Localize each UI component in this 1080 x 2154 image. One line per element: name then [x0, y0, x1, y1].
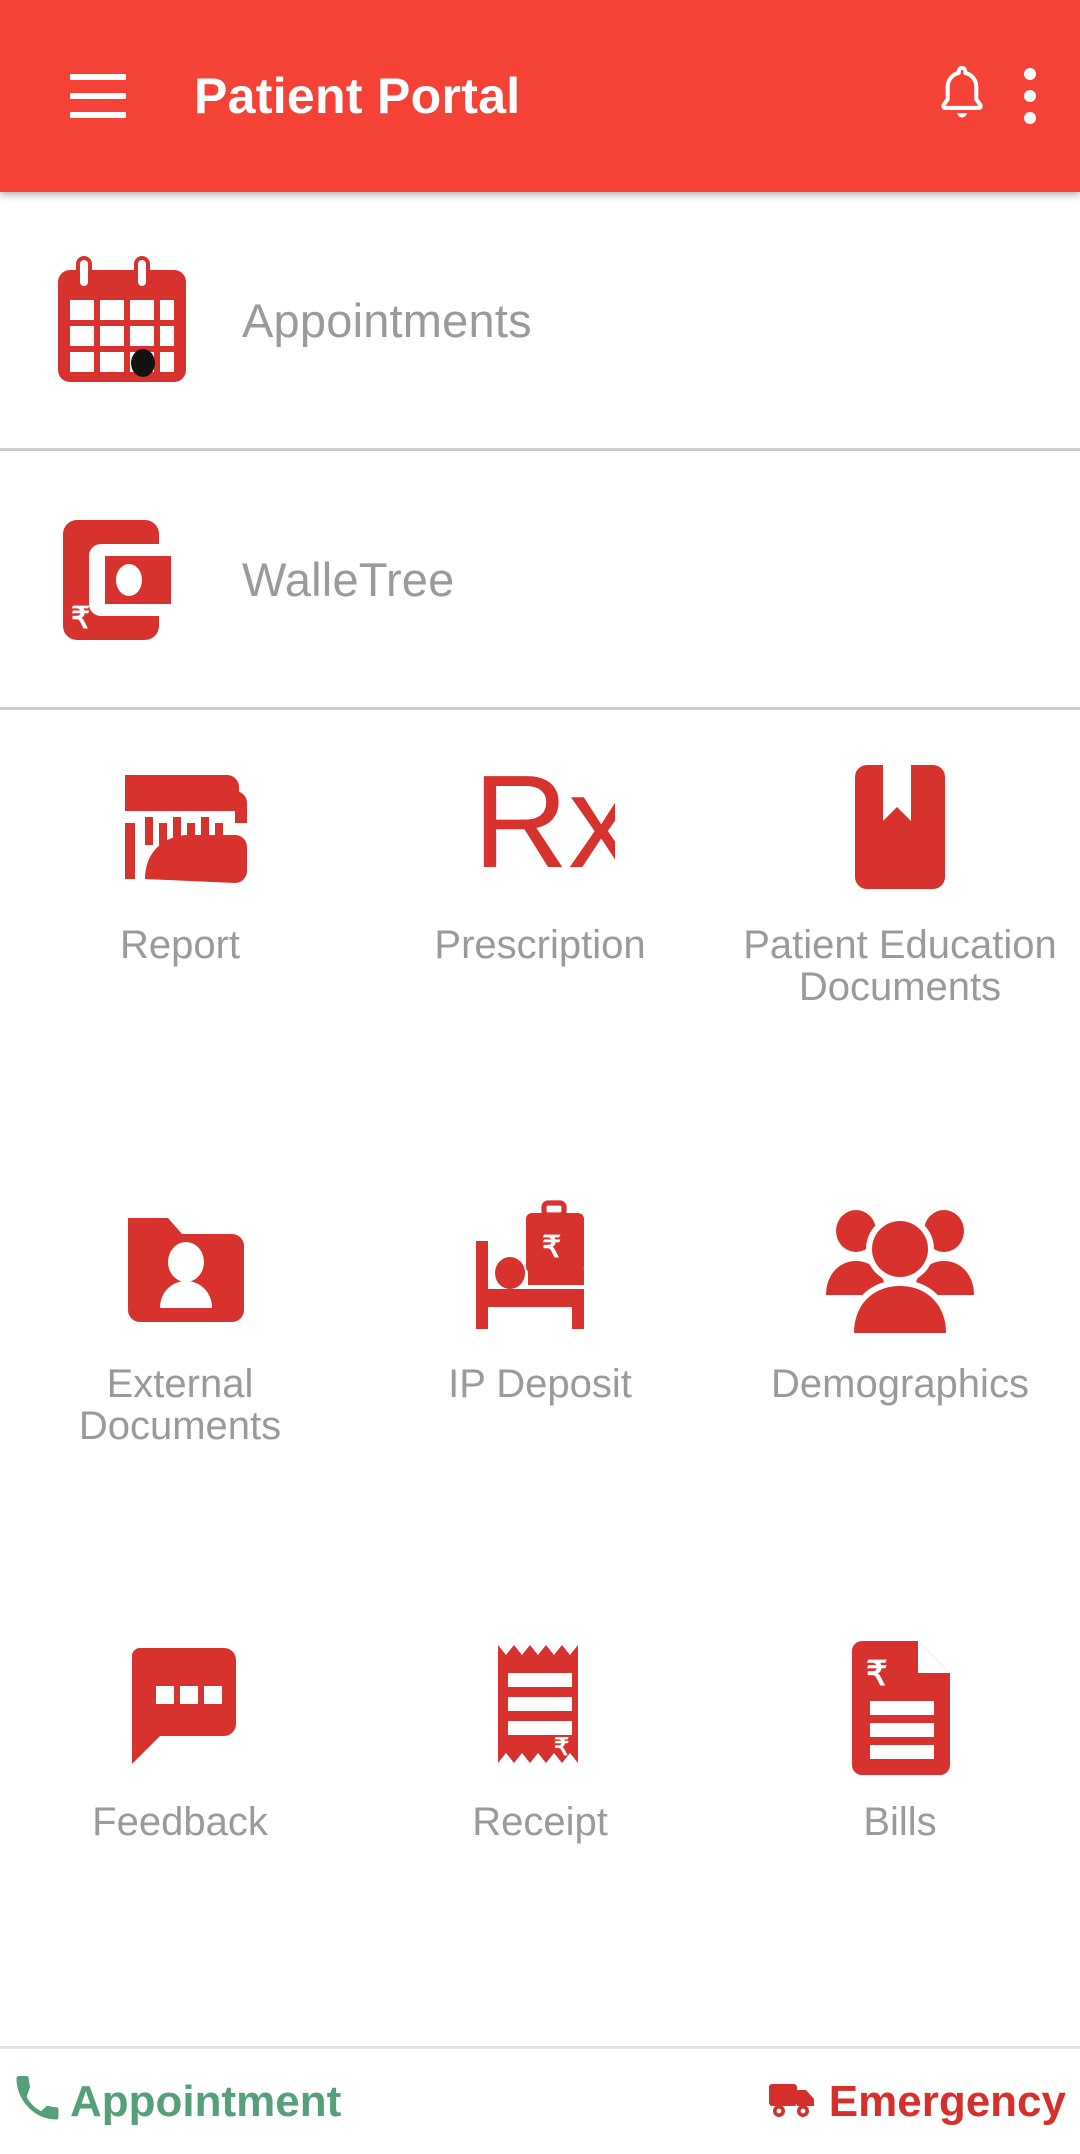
grid-item-label: External Documents [78, 1361, 282, 1449]
emergency-label: Emergency [828, 2076, 1066, 2126]
hamburger-bar [70, 112, 126, 118]
app-bar: Patient Portal [0, 0, 1080, 192]
appointment-button[interactable]: Appointment [14, 2076, 341, 2127]
emergency-button[interactable]: Emergency [767, 2077, 1066, 2127]
shortcut-grid: Report Rx Prescription Patient Education… [0, 710, 1080, 2046]
people-group-icon [822, 1191, 978, 1341]
grid-item-label: IP Deposit [448, 1361, 632, 1406]
hamburger-bar [70, 93, 126, 99]
grid-item-feedback[interactable]: Feedback [0, 1607, 360, 2046]
patient-portal-screen: Patient Portal Appointments ₹ WalleTree … [0, 0, 1080, 2154]
grid-item-label: Receipt [472, 1800, 608, 1845]
grid-item-report[interactable]: Report [0, 730, 360, 1169]
calendar-icon [38, 254, 206, 386]
grid-item-external-documents[interactable]: External Documents [0, 1169, 360, 1608]
list-item-label: Appointments [242, 293, 532, 347]
hamburger-bar [70, 74, 126, 80]
appointment-label: Appointment [70, 2076, 342, 2126]
grid-item-label: Prescription [434, 923, 646, 967]
grid-item-receipt: ₹ Receipt [360, 1607, 720, 2046]
grid-item-bills[interactable]: ₹ Bills [720, 1607, 1080, 2046]
folder-chart-icon [109, 752, 251, 902]
grid-item-ip-deposit[interactable]: ₹ IP Deposit [360, 1169, 720, 1608]
kebab-dot [1024, 112, 1036, 124]
list-item-label: WalleTree [242, 552, 455, 606]
svg-text:Rx: Rx [473, 759, 615, 895]
receipt-rupee-icon: ₹ [482, 1629, 598, 1779]
grid-item-label: Feedback [92, 1800, 268, 1845]
svg-text:₹: ₹ [866, 1655, 888, 1693]
hamburger-menu-icon[interactable] [70, 74, 126, 118]
page-title: Patient Portal [194, 68, 521, 124]
bed-money-bag-icon: ₹ [462, 1191, 618, 1341]
phone-icon [14, 2076, 60, 2127]
grid-item-label: Bills [863, 1800, 937, 1845]
grid-item-label: Report [119, 923, 241, 967]
chat-bubble-dots-icon [112, 1629, 248, 1779]
rx-icon: Rx [465, 752, 615, 902]
ambulance-icon [767, 2078, 819, 2125]
book-bookmark-icon [841, 752, 959, 902]
grid-item-label: Demographics [771, 1361, 1029, 1406]
kebab-dot [1024, 68, 1036, 80]
wallet-rupee-icon: ₹ [38, 504, 206, 654]
folder-person-icon [112, 1191, 248, 1341]
app-bar-actions [926, 60, 1046, 132]
svg-text:₹: ₹ [554, 1734, 569, 1761]
grid-item-label: Patient Education Documents [743, 923, 1057, 1010]
document-rupee-icon: ₹ [836, 1629, 964, 1779]
more-vertical-icon[interactable] [1024, 68, 1036, 124]
svg-text:₹: ₹ [71, 602, 90, 635]
grid-item-patient-education-documents[interactable]: Patient Education Documents [720, 730, 1080, 1169]
list-item-appointments[interactable]: Appointments [0, 192, 1080, 448]
grid-item-prescription[interactable]: Rx Prescription [360, 730, 720, 1169]
grid-item-demographics[interactable]: Demographics [720, 1169, 1080, 1608]
list-item-walletree[interactable]: ₹ WalleTree [0, 451, 1080, 707]
kebab-dot [1024, 90, 1036, 102]
bottom-action-bar: Appointment Emergency [0, 2046, 1080, 2154]
bell-icon[interactable] [926, 60, 998, 132]
